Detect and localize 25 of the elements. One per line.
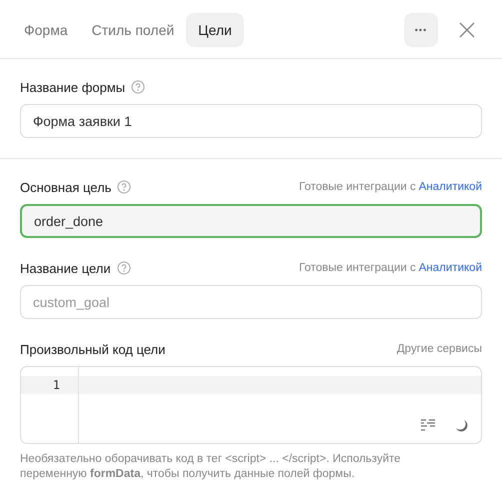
help-text: Необязательно оборачивать код в тег <script> ... </script>. Используйте переменную formData, чтобы получить данные полей формы. [20, 452, 402, 482]
tab[interactable]: Форма [12, 12, 80, 46]
goal-field[interactable]: order_done [20, 204, 482, 238]
tab[interactable]: Цели [186, 12, 244, 46]
code-editor[interactable]: 1 [20, 366, 482, 444]
field-label: Произвольный код цели [20, 342, 166, 356]
close-icon[interactable] [459, 22, 475, 38]
form-name-field[interactable]: Форма заявки 1 [20, 104, 482, 138]
field-label: Название цели [20, 260, 111, 276]
goal-field[interactable]: custom_goal [20, 285, 482, 319]
services-link[interactable]: Другие сервисы [396, 343, 482, 355]
field-label: Название формы [20, 80, 126, 94]
moon-icon[interactable] [455, 419, 469, 433]
tab[interactable]: Стиль полей [80, 12, 186, 46]
analytics-link[interactable]: Аналитикой [418, 181, 482, 193]
format-icon[interactable] [421, 419, 435, 431]
line-number: 1 [21, 376, 78, 394]
field-label: Основная цель [20, 180, 112, 194]
hint-text: Готовые интеграции с [298, 262, 416, 274]
more-button[interactable]: ••• [404, 12, 438, 46]
hint-text: Готовые интеграции с [298, 181, 416, 193]
analytics-link[interactable]: Аналитикой [418, 262, 482, 274]
help-icon[interactable] [117, 180, 132, 194]
help-icon[interactable] [131, 80, 146, 94]
help-icon[interactable] [116, 261, 131, 275]
